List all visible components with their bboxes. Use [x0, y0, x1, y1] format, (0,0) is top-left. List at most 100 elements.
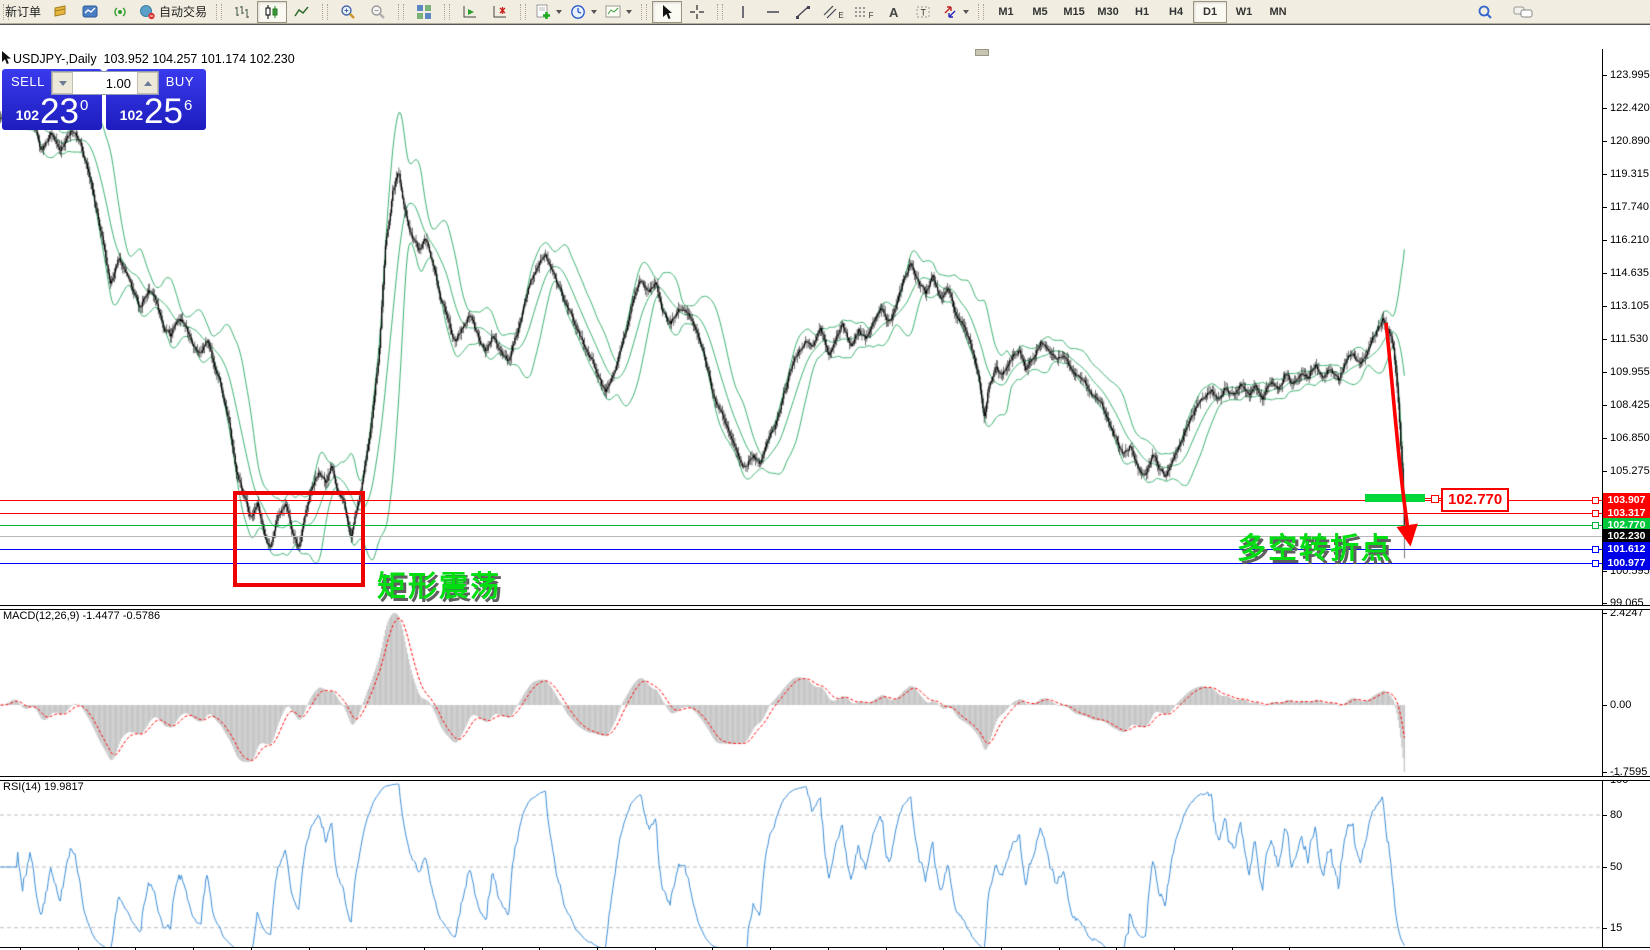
toolbar: 新订单 自动交易 E F AT M1M5 M15 M30H1 H4 D1W1 MN — [0, 0, 1650, 24]
tf-m15[interactable]: M15 — [1057, 1, 1091, 23]
textA-icon: A — [885, 4, 901, 20]
dropdown-caret-icon[interactable] — [591, 10, 597, 14]
search-icon — [1477, 4, 1494, 20]
chat-icon — [1513, 4, 1533, 20]
buy-price-sup: 6 — [184, 97, 192, 114]
glyph-F: F — [869, 11, 874, 20]
periods-button[interactable] — [566, 1, 601, 23]
rsi-tick-label: 15 — [1610, 922, 1622, 934]
window-splitter-handle[interactable] — [975, 49, 989, 56]
text-label-button[interactable]: T — [908, 1, 938, 23]
toolbar-grip[interactable] — [641, 4, 647, 20]
autoscroll-icon — [462, 4, 478, 20]
tf-mn-label: MN — [1269, 6, 1286, 18]
down-arrow-annotation[interactable] — [1374, 317, 1422, 561]
tf-m15-label: M15 — [1063, 6, 1084, 18]
line-handle[interactable] — [1592, 522, 1599, 529]
dropdown-caret-icon[interactable] — [626, 10, 632, 14]
toolbar-grip[interactable] — [717, 4, 723, 20]
bar-chart-button[interactable] — [227, 1, 257, 23]
tf-d1[interactable]: D1 — [1193, 1, 1227, 23]
rectangle-annotation[interactable] — [233, 491, 365, 587]
toolbar-grip[interactable] — [398, 4, 404, 20]
gold-book-icon — [52, 4, 69, 20]
rsi-pane-separator[interactable] — [0, 776, 1650, 781]
tf-m1[interactable]: M1 — [989, 1, 1023, 23]
sell-price-prefix: 102 — [16, 107, 39, 123]
tf-h4[interactable]: H4 — [1159, 1, 1193, 23]
signals-button[interactable] — [105, 1, 135, 23]
crosshair-button[interactable] — [682, 1, 712, 23]
chat-button[interactable] — [1508, 1, 1538, 23]
callout-anchor-handle[interactable] — [1431, 495, 1439, 503]
equidistant-channel-button[interactable]: E — [818, 1, 848, 23]
zoom-in-icon — [340, 4, 356, 20]
rsi-tick — [1602, 867, 1607, 868]
clock-icon — [570, 4, 586, 20]
templates-button[interactable] — [601, 1, 636, 23]
price-tick — [1602, 75, 1607, 76]
autotrade-button[interactable]: 自动交易 — [135, 1, 211, 23]
macd-tick — [1602, 772, 1607, 773]
toolbar-group-scroll — [453, 0, 517, 23]
tf-w1[interactable]: W1 — [1227, 1, 1261, 23]
horizontal-line-button[interactable] — [758, 1, 788, 23]
macd-pane-separator[interactable] — [0, 605, 1650, 610]
tf-m5[interactable]: M5 — [1023, 1, 1057, 23]
arrows-button[interactable] — [938, 1, 973, 23]
vline-icon — [735, 4, 751, 20]
toolbar-grip[interactable] — [444, 4, 450, 20]
volume-decrease-button[interactable] — [52, 72, 73, 94]
text-annotation[interactable]: 矩形震荡 — [377, 563, 501, 605]
cursor-button[interactable] — [652, 1, 682, 23]
line-chart-button[interactable] — [287, 1, 317, 23]
search-button[interactable] — [1470, 1, 1500, 23]
candles-icon — [264, 4, 280, 20]
dropdown-caret-icon[interactable] — [963, 10, 969, 14]
price-callout-label[interactable]: 102.770 — [1441, 488, 1509, 512]
rsi-tick — [1602, 928, 1607, 929]
indicators-button[interactable] — [531, 1, 566, 23]
volume-input[interactable] — [73, 75, 137, 92]
tf-m30[interactable]: M30 — [1091, 1, 1125, 23]
auto-scroll-button[interactable] — [455, 1, 485, 23]
time-axis[interactable] — [0, 947, 1650, 948]
tline-icon — [795, 4, 811, 20]
text-annotation[interactable]: 多空转折点 — [1237, 525, 1392, 567]
line-handle[interactable] — [1592, 497, 1599, 504]
volume-stepper — [51, 71, 159, 95]
line-handle[interactable] — [1592, 510, 1599, 517]
zoom-out-button[interactable] — [363, 1, 393, 23]
price-tick-label: 120.890 — [1610, 135, 1650, 147]
new-order-button[interactable]: 新订单 — [14, 1, 45, 23]
tile-windows-button[interactable] — [409, 1, 439, 23]
terminal-button[interactable] — [75, 1, 105, 23]
line-handle[interactable] — [1592, 546, 1599, 553]
dropdown-caret-icon[interactable] — [556, 10, 562, 14]
line-handle[interactable] — [1592, 560, 1599, 567]
market-watch-button[interactable] — [45, 1, 75, 23]
chart-symbol-period: USDJPY-,Daily — [13, 52, 97, 66]
rsi-tick-label: 50 — [1610, 861, 1622, 873]
zoom-in-button[interactable] — [333, 1, 363, 23]
bars-icon — [234, 4, 250, 20]
chart-shift-button[interactable] — [485, 1, 515, 23]
text-button[interactable]: A — [878, 1, 908, 23]
toolbar-grip[interactable] — [216, 4, 222, 20]
price-tick-label: 108.425 — [1610, 399, 1650, 411]
price-tick — [1602, 339, 1607, 340]
volume-increase-button[interactable] — [137, 72, 158, 94]
tf-h1[interactable]: H1 — [1125, 1, 1159, 23]
toolbar-grip[interactable] — [978, 4, 984, 20]
tf-h4-label: H4 — [1169, 6, 1183, 18]
tf-mn[interactable]: MN — [1261, 1, 1295, 23]
candlestick-chart-button[interactable] — [257, 1, 287, 23]
one-click-trading-panel: SELL 102230 BUY 102256 — [2, 69, 206, 130]
toolbar-grip[interactable] — [322, 4, 328, 20]
fibonacci-button[interactable]: F — [848, 1, 878, 23]
trendline-button[interactable] — [788, 1, 818, 23]
toolbar-group-timeframes: M1M5 M15 M30H1 H4 D1W1 MN — [987, 0, 1297, 23]
toolbar-grip[interactable] — [520, 4, 526, 20]
buy-price-big: 25 — [144, 95, 183, 128]
vertical-line-button[interactable] — [728, 1, 758, 23]
